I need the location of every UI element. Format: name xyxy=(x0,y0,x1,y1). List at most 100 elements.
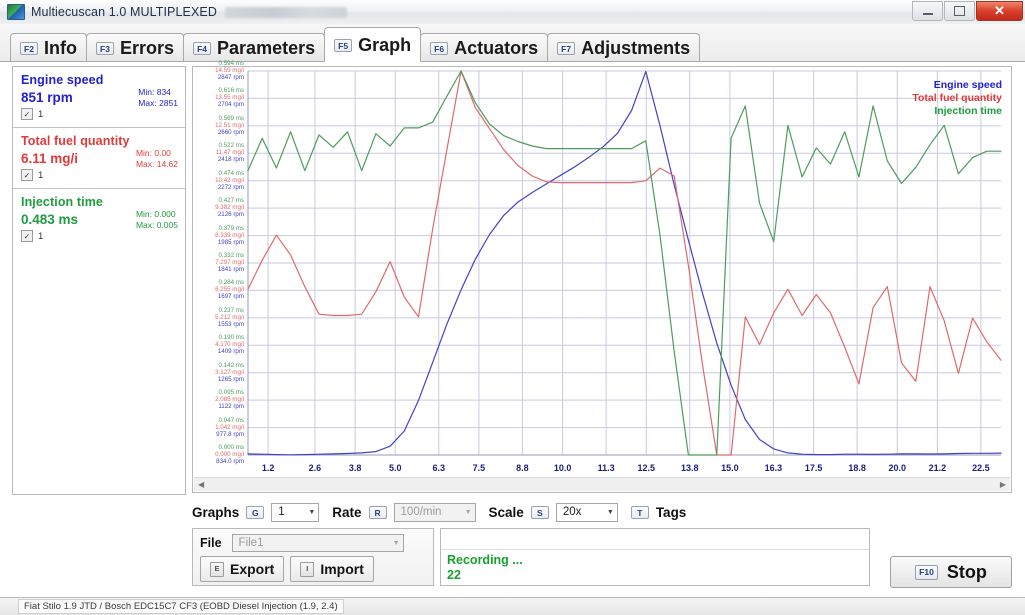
tab-label: Parameters xyxy=(217,37,316,58)
legend-injection-time: Injection time xyxy=(934,105,1002,117)
scale-key-badge: S xyxy=(530,505,549,519)
export-button[interactable]: E Export xyxy=(200,556,285,582)
scale-label: Scale xyxy=(488,504,524,520)
minimize-button[interactable] xyxy=(912,1,943,21)
tab-list: F2 Info F3 Errors F4 Parameters F5 Graph… xyxy=(10,27,701,63)
x-axis-tick: 1.2 xyxy=(261,463,275,473)
y-tick-ms: 0.332 ms xyxy=(218,252,244,259)
param-total-fuel-quantity[interactable]: Total fuel quantity 6.11 mg/i Min: 0.00 … xyxy=(13,128,185,189)
param-engine-speed[interactable]: Engine speed 851 rpm Min: 834 Max: 2851 … xyxy=(13,67,185,128)
stop-key-badge: F10 xyxy=(915,564,938,580)
param-name: Total fuel quantity xyxy=(21,134,130,148)
param-checkbox[interactable]: ✓ xyxy=(21,169,33,181)
y-tick-ms: 0.594 ms xyxy=(218,60,244,67)
graph-horizontal-scrollbar[interactable]: ◀ ▶ xyxy=(194,477,1010,491)
scroll-right-icon[interactable]: ▶ xyxy=(996,480,1010,489)
x-axis-tick: 3.8 xyxy=(348,463,362,473)
y-tick-ms: 0.427 ms xyxy=(218,197,244,205)
chevron-down-icon: ▼ xyxy=(606,508,614,516)
y-tick-mg: 7.297 mg/i xyxy=(215,259,244,266)
x-axis-tick: 16.3 xyxy=(764,463,783,473)
chevron-down-icon: ▼ xyxy=(308,508,316,516)
y-tick-mg: 14.59 mg/i xyxy=(215,67,244,74)
rate-key-badge: R xyxy=(368,505,387,519)
chevron-down-icon: ▼ xyxy=(464,508,472,516)
param-checkbox-row[interactable]: ✓ 1 xyxy=(21,230,177,242)
x-axis-tick: 2.6 xyxy=(308,463,322,473)
param-index: 1 xyxy=(38,169,44,181)
y-axis-tick: 0.427 ms 9.382 mg/i 2126 rpm xyxy=(196,197,244,218)
recording-count: 22 xyxy=(447,568,461,582)
file-panel: File File1 ▼ E Export I Import xyxy=(192,528,434,586)
tab-info[interactable]: F2 Info xyxy=(10,33,87,62)
param-min: Min: 0.000 xyxy=(135,209,176,219)
scale-select[interactable]: 20x ▼ xyxy=(555,502,618,522)
param-checkbox[interactable]: ✓ xyxy=(21,108,33,120)
y-tick-ms: 0.190 ms xyxy=(218,334,244,342)
tab-label: Actuators xyxy=(454,37,539,58)
param-injection-time[interactable]: Injection time 0.483 ms Min: 0.000 Max: … xyxy=(13,189,185,250)
y-tick-ms: 0.522 ms xyxy=(218,142,244,150)
x-axis-tick: 7.5 xyxy=(472,463,486,473)
y-tick-rpm: 1122 rpm xyxy=(218,403,244,411)
fkey-badge: F4 xyxy=(193,41,212,55)
y-tick-mg: 8.339 mg/i xyxy=(215,231,244,239)
y-tick-mg: 6.255 mg/i xyxy=(215,286,244,294)
param-checkbox[interactable]: ✓ xyxy=(21,230,33,242)
import-label: Import xyxy=(320,561,364,577)
y-tick-mg: 4.170 mg/i xyxy=(215,341,244,349)
x-axis-tick: 20.0 xyxy=(888,463,907,473)
file-select[interactable]: File1 ▼ xyxy=(231,534,404,552)
file-label: File xyxy=(200,536,222,550)
x-axis-tick: 22.5 xyxy=(972,463,990,473)
tab-label: Adjustments xyxy=(581,37,691,58)
graphs-key-badge: G xyxy=(246,505,265,519)
y-tick-rpm: 1409 rpm xyxy=(217,348,244,356)
x-axis-tick: 10.0 xyxy=(553,463,572,473)
y-tick-ms: 0.569 ms xyxy=(218,114,244,122)
fkey-badge: F5 xyxy=(334,38,353,52)
tab-parameters[interactable]: F4 Parameters xyxy=(183,33,326,62)
scale-select-value: 20x xyxy=(562,506,582,518)
x-axis-tick: 13.8 xyxy=(680,463,699,473)
y-tick-ms: 0.000 ms xyxy=(218,444,244,451)
graph-plot-area[interactable]: 0.594 ms 14.59 mg/i 2847 rpm 0.616 ms 13.55 … xyxy=(193,60,1011,477)
close-icon: ✕ xyxy=(994,3,1005,18)
y-tick-mg: 12.51 mg/i xyxy=(215,121,244,129)
maximize-icon xyxy=(954,6,965,16)
rate-select[interactable]: 100/min ▼ xyxy=(393,502,476,522)
import-key-badge: I xyxy=(300,561,315,577)
graph-panel: 0.594 ms 14.59 mg/i 2847 rpm 0.616 ms 13.55 … xyxy=(192,60,1012,493)
tags-key-badge: T xyxy=(630,505,649,519)
graphs-select[interactable]: 1 ▼ xyxy=(271,502,320,522)
recording-status-panel: Recording ... 22 xyxy=(440,528,870,586)
y-tick-rpm: 2272 rpm xyxy=(217,183,244,191)
tab-graph[interactable]: F5 Graph xyxy=(324,27,422,63)
x-axis-tick: 5.0 xyxy=(388,463,402,473)
y-tick-ms: 0.379 ms xyxy=(218,224,244,232)
tab-adjustments[interactable]: F7 Adjustments xyxy=(547,33,701,62)
y-tick-mg: 5.212 mg/i xyxy=(215,313,244,321)
stop-button[interactable]: F10 Stop xyxy=(890,556,1012,588)
y-tick-mg: 11.47 mg/i xyxy=(215,149,244,157)
param-max: Max: 2851 xyxy=(138,97,178,108)
tab-actuators[interactable]: F6 Actuators xyxy=(420,33,549,62)
y-axis-tick: 0.616 ms 13.55 mg/i 2704 rpm xyxy=(196,87,244,108)
parameter-sidebar: Engine speed 851 rpm Min: 834 Max: 2851 … xyxy=(12,66,186,495)
maximize-button[interactable] xyxy=(944,1,975,21)
y-tick-rpm: 1265 rpm xyxy=(217,375,244,383)
x-axis-tick: 18.8 xyxy=(848,463,866,473)
tags-label[interactable]: Tags xyxy=(656,505,687,520)
scroll-left-icon[interactable]: ◀ xyxy=(194,480,208,489)
fkey-badge: F3 xyxy=(96,41,114,55)
import-button[interactable]: I Import xyxy=(290,556,374,582)
tab-errors[interactable]: F3 Errors xyxy=(86,33,185,62)
y-tick-mg: 2.085 mg/i xyxy=(215,396,244,404)
close-button[interactable]: ✕ xyxy=(976,1,1023,21)
param-checkbox-row[interactable]: ✓ 1 xyxy=(21,169,177,181)
param-checkbox-row[interactable]: ✓ 1 xyxy=(21,108,177,120)
y-axis-tick: 0.332 ms 7.297 mg/i 1841 rpm xyxy=(196,252,244,273)
param-max: Max: 0.005 xyxy=(135,219,178,230)
x-axis-tick: 21.2 xyxy=(928,463,947,473)
y-tick-rpm: 1841 rpm xyxy=(217,266,244,273)
